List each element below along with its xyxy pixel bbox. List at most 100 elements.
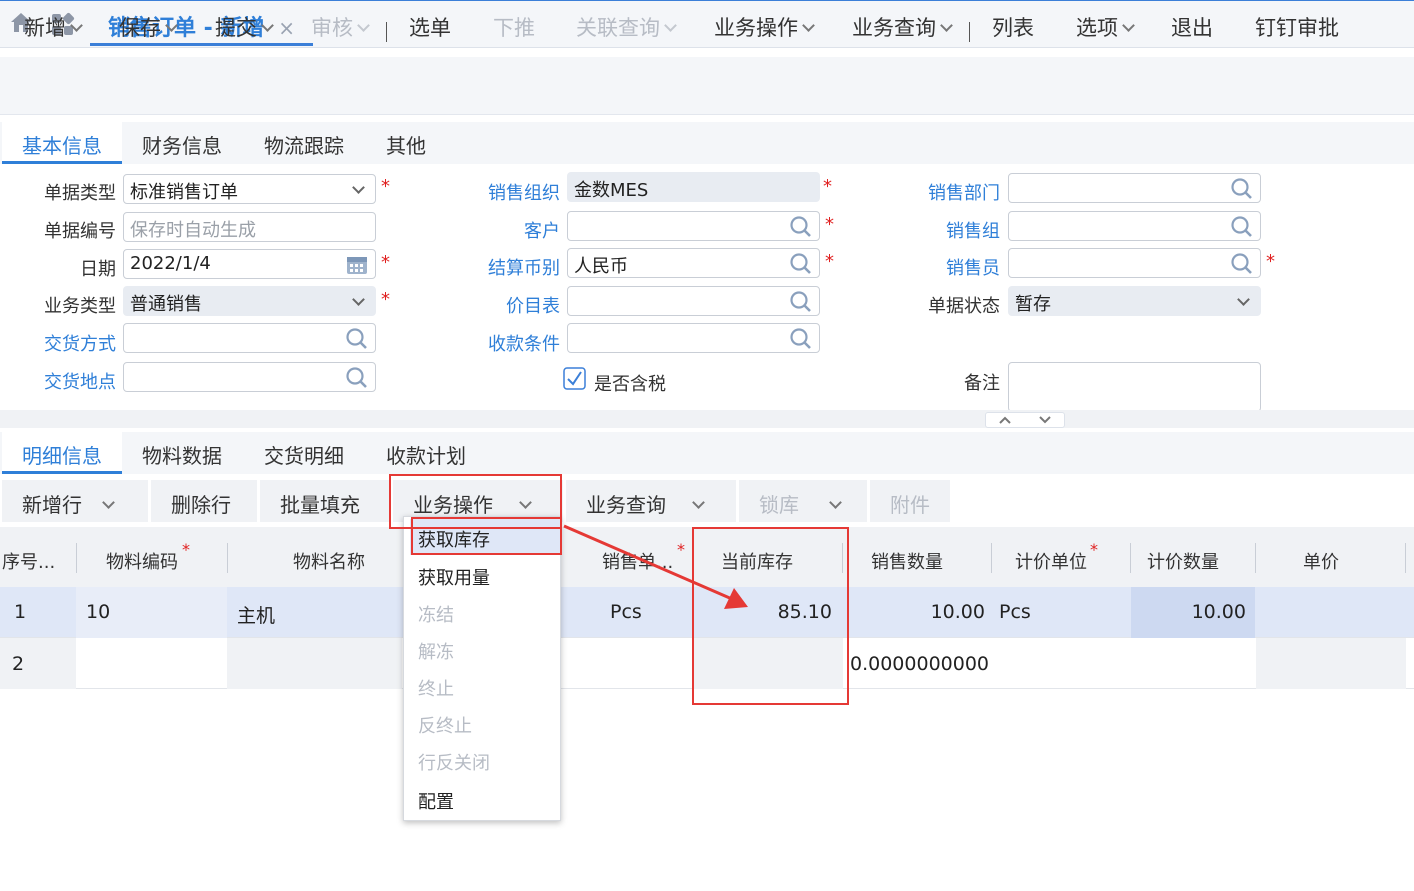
chevron-down-icon (261, 19, 274, 32)
search-icon[interactable] (1230, 215, 1254, 239)
sales-org-field[interactable]: 金数MES (567, 172, 820, 202)
toolbar-biz-query-button[interactable]: 业务查询 (852, 12, 953, 46)
tab-delivery-detail[interactable]: 交货明细 (244, 432, 364, 474)
currency-field[interactable]: 人民币 (567, 248, 820, 278)
tab-collection-plan[interactable]: 收款计划 (366, 432, 486, 474)
payment-terms-label[interactable]: 收款条件 (462, 330, 560, 356)
toolbar-options-button[interactable]: 选项 (1076, 12, 1135, 46)
delivery-method-field[interactable] (123, 323, 376, 353)
search-icon[interactable] (789, 215, 813, 239)
detail-biz-query-button[interactable]: 业务查询 (566, 480, 736, 522)
col-price-header[interactable]: 单价 (1303, 548, 1339, 574)
search-icon[interactable] (345, 327, 369, 351)
row-pricing-unit[interactable]: Pcs (999, 601, 1031, 623)
batch-fill-button[interactable]: 批量填充 (260, 480, 390, 522)
tab-basic-info[interactable]: 基本信息 (2, 122, 122, 164)
chevron-up-icon[interactable] (998, 415, 1012, 425)
toolbar-divider (969, 22, 970, 42)
menu-item-unterminate[interactable]: 反终止 (418, 712, 472, 738)
delivery-place-label[interactable]: 交货地点 (20, 368, 116, 394)
tab-material-data[interactable]: 物料数据 (122, 432, 242, 474)
currency-label[interactable]: 结算币别 (462, 254, 560, 280)
search-icon[interactable] (345, 366, 369, 390)
delivery-method-label[interactable]: 交货方式 (20, 330, 116, 356)
tax-included-checkbox[interactable] (563, 367, 586, 390)
column-divider (1405, 543, 1406, 573)
row-material-code[interactable]: 10 (86, 601, 110, 623)
close-icon[interactable]: × (278, 16, 295, 40)
tab-logistics[interactable]: 物流跟踪 (244, 122, 364, 164)
sales-dept-field[interactable] (1008, 173, 1261, 203)
remark-label: 备注 (964, 373, 1000, 394)
price-list-label[interactable]: 价目表 (462, 292, 560, 318)
biz-type-select[interactable]: 普通销售 (123, 286, 376, 316)
toolbar-dingtalk-approval-button[interactable]: 钉钉审批 (1255, 12, 1339, 46)
add-row-button[interactable]: 新增行 (2, 480, 148, 522)
row-pricing-qty[interactable]: 10.00 (1135, 601, 1246, 623)
toolbar-exit-button[interactable]: 退出 (1171, 12, 1213, 46)
doc-no-field[interactable]: 保存时自动生成 (123, 212, 376, 242)
doc-status-select[interactable]: 暂存 (1008, 286, 1261, 316)
col-pricing-qty-header[interactable]: 计价数量 (1147, 548, 1219, 574)
search-icon[interactable] (1230, 177, 1254, 201)
toolbar-biz-ops-button[interactable]: 业务操作 (714, 12, 815, 46)
menu-item-get-usage[interactable]: 获取用量 (418, 564, 490, 590)
customer-label[interactable]: 客户 (462, 217, 560, 243)
menu-item-freeze[interactable]: 冻结 (418, 601, 454, 627)
toolbar-new-button[interactable]: 新增 (24, 12, 83, 46)
search-icon[interactable] (789, 252, 813, 276)
lock-stock-button[interactable]: 锁库 (739, 480, 867, 522)
search-icon[interactable] (789, 290, 813, 314)
toolbar-list-button[interactable]: 列表 (992, 12, 1034, 46)
menu-item-terminate[interactable]: 终止 (418, 675, 454, 701)
calendar-icon[interactable] (345, 253, 369, 277)
chevron-down-icon[interactable] (1038, 415, 1052, 425)
date-value: 2022/1/4 (130, 253, 211, 274)
remark-textarea[interactable] (1008, 362, 1261, 412)
tab-finance-info[interactable]: 财务信息 (122, 122, 242, 164)
toolbar-save-button[interactable]: 保存 (119, 12, 178, 46)
doc-type-select[interactable]: 标准销售订单 (123, 174, 376, 204)
search-icon[interactable] (1230, 252, 1254, 276)
search-icon[interactable] (789, 327, 813, 351)
toolbar-related-query-button[interactable]: 关联查询 (576, 12, 677, 46)
menu-item-unfreeze[interactable]: 解冻 (418, 638, 454, 664)
row-sales-qty[interactable]: 10.00 (850, 601, 985, 623)
col-material-code-header[interactable]: 物料编码 (106, 548, 178, 574)
delete-row-button[interactable]: 删除行 (151, 480, 257, 522)
delivery-place-field[interactable] (123, 362, 376, 392)
toolbar-audit-button[interactable]: 审核 (311, 12, 370, 46)
chevron-down-icon (70, 19, 83, 32)
customer-field[interactable] (567, 211, 820, 241)
toolbar-select-button[interactable]: 选单 (409, 12, 451, 46)
collapse-toggle[interactable] (985, 412, 1065, 428)
chevron-down-icon (352, 293, 365, 306)
sales-org-label[interactable]: 销售组织 (462, 179, 560, 205)
doc-type-value: 标准销售订单 (130, 182, 238, 203)
toolbar-push-button[interactable]: 下推 (493, 12, 535, 46)
col-seq-header[interactable]: 序号... (2, 548, 55, 574)
date-field[interactable]: 2022/1/4 (123, 249, 376, 279)
salesman-label[interactable]: 销售员 (900, 254, 1000, 280)
sales-dept-label[interactable]: 销售部门 (900, 179, 1000, 205)
sales-group-field[interactable] (1008, 211, 1261, 241)
column-divider (227, 543, 228, 573)
sales-group-label[interactable]: 销售组 (900, 217, 1000, 243)
col-pricing-unit-header[interactable]: 计价单位 (1015, 548, 1087, 574)
toolbar-divider (386, 22, 387, 42)
row-sales-qty[interactable]: 0.0000000000 (850, 653, 989, 675)
menu-item-config[interactable]: 配置 (418, 788, 454, 814)
attachment-button[interactable]: 附件 (870, 480, 950, 522)
menu-item-row-reopen[interactable]: 行反关闭 (418, 749, 490, 775)
col-sales-qty-header[interactable]: 销售数量 (871, 548, 943, 574)
tab-detail-info[interactable]: 明细信息 (2, 432, 122, 474)
required-mark: * (823, 176, 832, 197)
payment-terms-field[interactable] (567, 323, 820, 353)
col-material-name-header[interactable]: 物料名称 (293, 548, 365, 574)
salesman-field[interactable] (1008, 248, 1261, 278)
row-material-name[interactable]: 主机 (237, 601, 275, 628)
chevron-down-icon (692, 496, 705, 509)
price-list-field[interactable] (567, 286, 820, 316)
tab-other[interactable]: 其他 (366, 122, 446, 164)
toolbar-submit-button[interactable]: 提交 (215, 12, 274, 46)
